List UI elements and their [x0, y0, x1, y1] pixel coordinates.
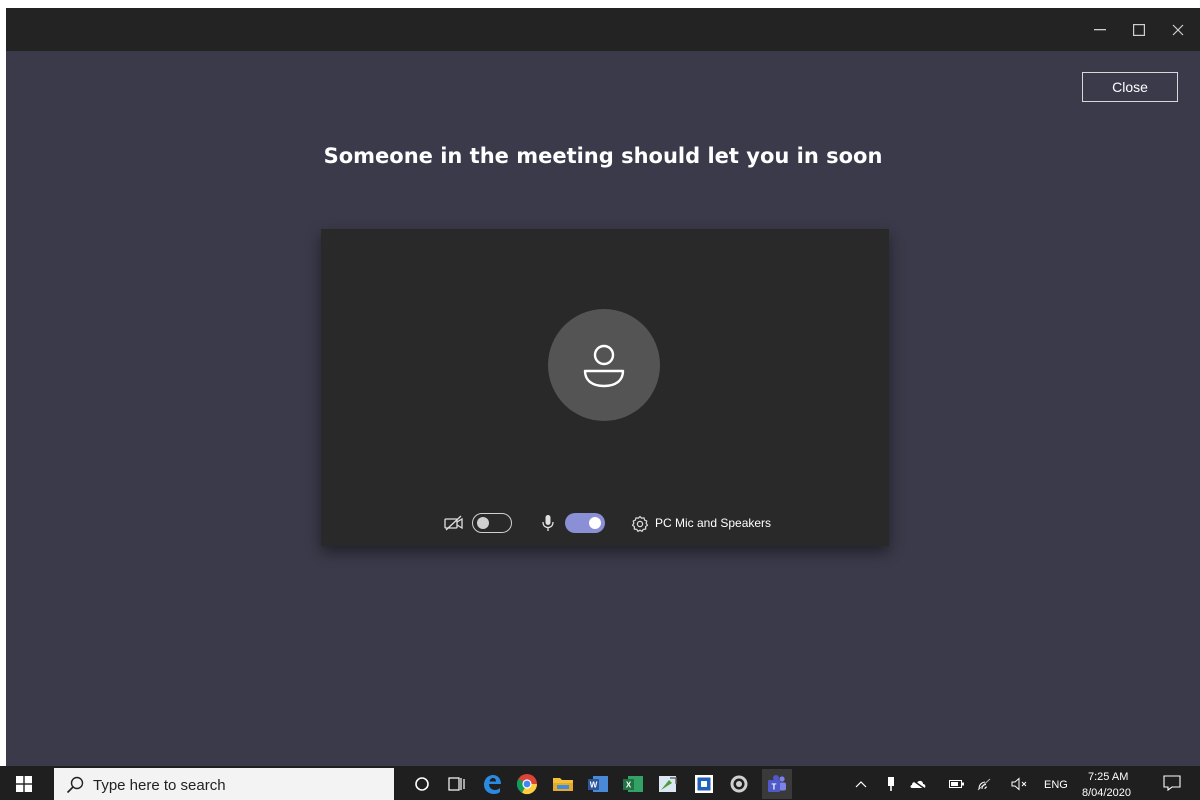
camera-toggle[interactable]	[472, 513, 512, 533]
chrome-icon[interactable]	[516, 773, 538, 795]
microphone-toggle[interactable]	[565, 513, 605, 533]
toggle-knob	[589, 517, 601, 529]
taskbar: Type here to search W X T ENG 7:25 AM 8/…	[0, 766, 1200, 800]
sandbox-icon[interactable]	[693, 773, 715, 795]
close-button[interactable]: Close	[1082, 72, 1178, 102]
task-view-icon[interactable]	[446, 773, 468, 795]
volume-muted-icon[interactable]	[1011, 775, 1029, 793]
video-preview: PC Mic and Speakers	[321, 229, 889, 546]
minimize-icon[interactable]	[1081, 8, 1119, 51]
excel-icon[interactable]: X	[622, 773, 644, 795]
microphone-icon	[541, 514, 555, 532]
onedrive-icon[interactable]	[909, 775, 927, 793]
teams-window: Close Someone in the meeting should let …	[6, 8, 1200, 766]
edge-icon[interactable]	[481, 773, 503, 795]
windows-start-icon[interactable]	[12, 773, 36, 795]
gear-icon[interactable]	[631, 515, 649, 533]
cortana-icon[interactable]	[411, 773, 433, 795]
taskbar-search-box[interactable]: Type here to search	[54, 768, 394, 800]
camera-off-icon	[444, 515, 464, 531]
svg-text:W: W	[590, 781, 598, 790]
maximize-icon[interactable]	[1120, 8, 1158, 51]
file-explorer-icon[interactable]	[552, 773, 574, 795]
svg-text:X: X	[626, 781, 632, 790]
teams-icon[interactable]: T	[762, 769, 792, 799]
battery-icon[interactable]	[948, 775, 966, 793]
person-icon	[583, 344, 625, 388]
title-bar	[6, 8, 1200, 51]
language-indicator[interactable]: ENG	[1044, 779, 1068, 791]
wifi-icon[interactable]	[975, 775, 993, 793]
chevron-up-icon[interactable]	[852, 775, 870, 793]
usb-icon[interactable]	[882, 775, 900, 793]
notifications-icon[interactable]	[1163, 774, 1181, 792]
clock-time[interactable]: 7:25 AM	[1088, 771, 1128, 783]
svg-text:T: T	[772, 783, 777, 792]
clock-date[interactable]: 8/04/2020	[1082, 787, 1131, 799]
toggle-knob	[477, 516, 489, 529]
lobby-message: Someone in the meeting should let you in…	[323, 144, 883, 168]
audio-device-button[interactable]: PC Mic and Speakers	[655, 516, 771, 530]
avatar	[548, 309, 660, 421]
paint-icon[interactable]	[657, 773, 679, 795]
app-icon[interactable]	[728, 773, 750, 795]
search-icon	[66, 776, 84, 794]
word-icon[interactable]: W	[587, 773, 609, 795]
close-icon[interactable]	[1159, 8, 1197, 51]
search-placeholder: Type here to search	[93, 777, 226, 794]
